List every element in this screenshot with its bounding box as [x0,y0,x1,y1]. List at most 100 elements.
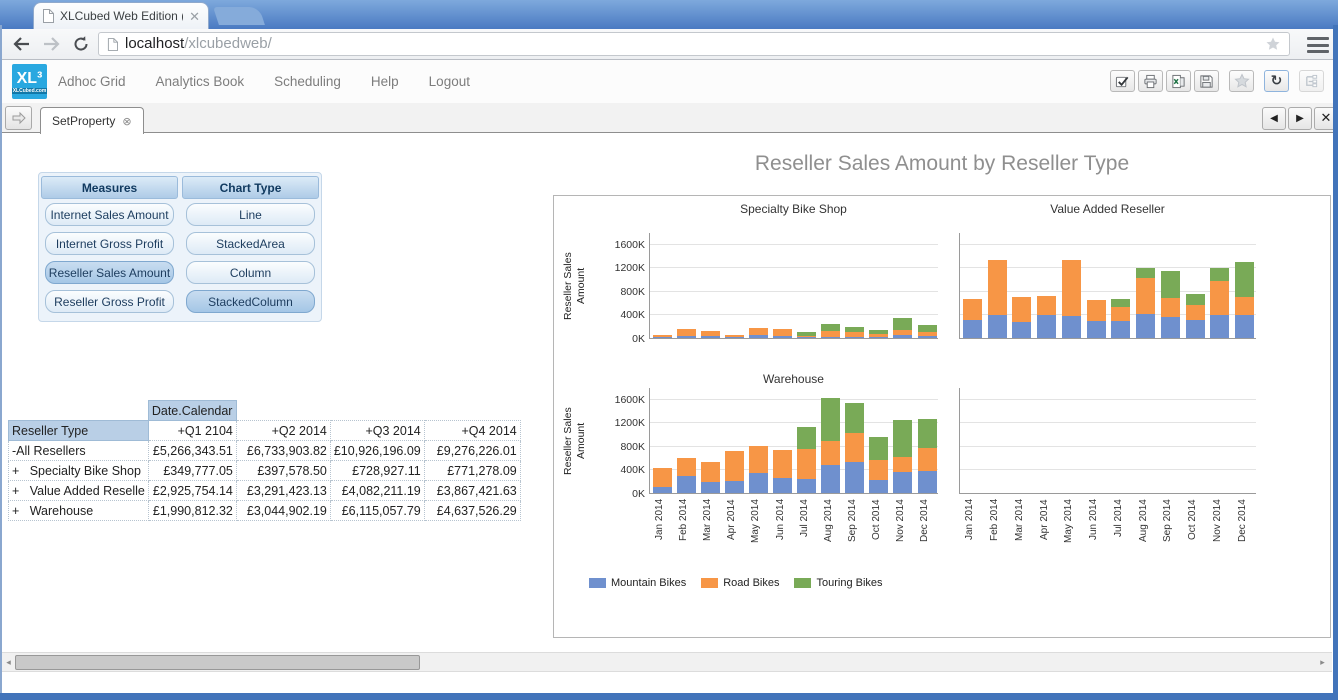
dimension-header[interactable]: Date.Calendar [148,401,236,421]
tab-scroll-left-button[interactable]: ◀ [1262,107,1286,130]
refresh-button[interactable]: ↻ [1264,70,1289,92]
charttype-column[interactable]: Column [186,261,315,284]
bar-segment [677,476,696,493]
save-button[interactable] [1194,70,1219,92]
gridline [650,291,938,292]
tab-setproperty[interactable]: SetProperty ⊗ [40,107,144,134]
bar-segment [1161,317,1180,338]
back-button[interactable] [8,32,34,56]
reload-button[interactable] [68,32,94,56]
menu-item-scheduling[interactable]: Scheduling [274,74,341,89]
row-label-specialty-bike-shop[interactable]: + Specialty Bike Shop [9,461,149,481]
bar-segment [749,335,768,338]
row-label-value-added-reseller[interactable]: + Value Added Reselle [9,481,149,501]
export-excel-button[interactable] [1166,70,1191,92]
legend-item: Touring Bikes [794,577,882,589]
address-bar[interactable]: localhost/xlcubedweb/ [98,32,1290,56]
bar-segment [893,472,912,493]
print-button[interactable] [1138,70,1163,92]
validate-button[interactable] [1110,70,1135,92]
new-tab-button[interactable] [213,7,265,25]
bar-segment [1037,296,1056,315]
goto-button[interactable] [5,106,32,130]
scrollbar-thumb[interactable] [15,655,420,670]
charttype-stackedarea[interactable]: StackedArea [186,232,315,255]
column-header-q2[interactable]: +Q2 2014 [236,421,330,441]
y-tick-label: 1600K [601,394,645,406]
browser-tab[interactable]: XLCubed Web Edition (8.0 ✕ [33,2,209,29]
hierarchy-tree-icon [1304,74,1319,89]
measure-reseller-gross-profit[interactable]: Reseller Gross Profit [45,290,174,313]
menu-item-help[interactable]: Help [371,74,399,89]
bar-segment [1235,315,1254,339]
measure-reseller-sales-amount[interactable]: Reseller Sales Amount [45,261,174,284]
panel-title-specialty-bike-shop: Specialty Bike Shop [649,202,938,216]
y-tick-label: 400K [601,309,645,321]
measure-internet-sales-amount[interactable]: Internet Sales Amount [45,203,174,226]
x-tick-label: Nov 2014 [895,499,909,549]
column-header-q3[interactable]: +Q3 2014 [330,421,424,441]
favorite-button[interactable] [1229,70,1254,92]
table-cell: £1,990,812.32 [148,501,236,521]
bar-segment [653,337,672,338]
bar-segment [869,337,888,338]
legend-label: Mountain Bikes [611,577,686,589]
browser-menu-button[interactable] [1306,36,1330,54]
tab-scroll-right-button[interactable]: ▶ [1288,107,1312,130]
measure-internet-gross-profit[interactable]: Internet Gross Profit [45,232,174,255]
row-header[interactable]: Reseller Type [9,421,149,441]
page-icon [42,9,54,23]
bar-segment [869,480,888,493]
app-toolbar: ↻ [1110,70,1324,92]
bar-segment [845,462,864,493]
x-tick-label: Jan 2014 [654,499,668,549]
xlcubed-logo: XL³ XLCubed.com [12,64,47,99]
bar-segment [893,457,912,473]
horizontal-scrollbar[interactable]: ◂ ▸ [0,652,1332,672]
hierarchy-button[interactable] [1299,70,1324,92]
x-tick-label: Jan 2014 [964,499,978,549]
bookmark-star-icon[interactable] [1265,36,1281,52]
bar-segment [701,336,720,338]
window-frame [1333,25,1338,700]
bar-segment [821,441,840,465]
column-header-q1[interactable]: +Q1 2104 [148,421,236,441]
x-tick-label: Dec 2014 [1237,499,1251,549]
bar-segment [797,449,816,479]
x-tick-label: Oct 2014 [871,499,885,549]
x-tick-label: Jun 2014 [775,499,789,549]
bar-segment [725,337,744,338]
table-cell: £728,927.11 [330,461,424,481]
forward-button[interactable] [38,32,64,56]
menu-item-adhoc-grid[interactable]: Adhoc Grid [58,74,126,89]
refresh-icon: ↻ [1271,74,1283,88]
charttype-stackedcolumn[interactable]: StackedColumn [186,290,315,313]
charttype-line[interactable]: Line [186,203,315,226]
bar-segment [653,335,672,338]
table-cell: £10,926,196.09 [330,441,424,461]
menu-item-logout[interactable]: Logout [429,74,470,89]
menu-item-analytics-book[interactable]: Analytics Book [156,74,245,89]
row-label-warehouse[interactable]: + Warehouse [9,501,149,521]
bar-segment [1012,297,1031,321]
bar-segment [749,473,768,493]
bar-segment [653,468,672,487]
tab-close-icon[interactable]: ✕ [189,10,200,23]
tab-close-icon[interactable]: ⊗ [122,115,131,128]
scroll-right-arrow[interactable]: ▸ [1316,656,1329,669]
bar-segment [1161,298,1180,317]
bar-segment [821,465,840,493]
row-label-all-resellers[interactable]: -All Resellers [9,441,149,461]
y-tick-label: 1200K [601,262,645,274]
y-axis-label: Reseller Sales Amount [562,233,592,339]
column-header-q4[interactable]: +Q4 2014 [424,421,520,441]
scroll-left-arrow[interactable]: ◂ [2,656,15,669]
table-cell: £2,925,754.14 [148,481,236,501]
table-cell: £397,578.50 [236,461,330,481]
bar-segment [1062,316,1081,338]
bar-segment [1186,320,1205,339]
bar-segment [653,487,672,494]
bar-segment [725,335,744,338]
star-icon [1234,73,1250,89]
logo-text: XL³ [17,70,43,88]
